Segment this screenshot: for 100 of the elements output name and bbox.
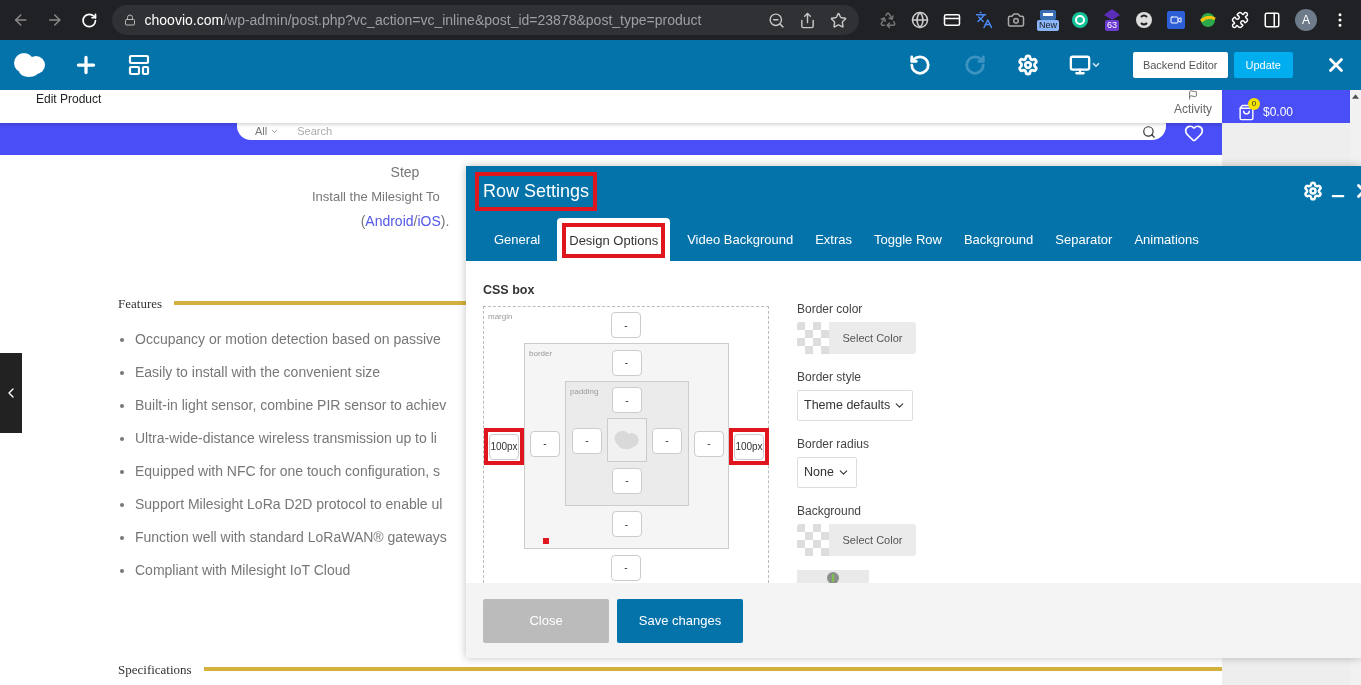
save-button[interactable]: Save changes: [617, 599, 743, 643]
app-link[interactable]: Android: [365, 212, 414, 229]
extension-icon[interactable]: [1039, 9, 1057, 20]
value-field[interactable]: -: [652, 427, 682, 454]
tab[interactable]: Video Background: [676, 218, 805, 261]
video-extension-icon[interactable]: [1167, 11, 1185, 29]
activity-icon[interactable]: [1187, 90, 1199, 100]
transparent-swatch-icon: [797, 524, 829, 556]
share-icon[interactable]: [799, 11, 816, 29]
recycle-icon[interactable]: [879, 11, 897, 29]
profile-avatar[interactable]: A: [1295, 9, 1317, 31]
tab[interactable]: Toggle Row: [863, 218, 953, 261]
wishlist-icon[interactable]: [1184, 123, 1204, 143]
bullet-icon: [120, 370, 124, 375]
tab[interactable]: Background: [952, 218, 1045, 261]
extension-icon[interactable]: [1135, 11, 1153, 29]
value-field[interactable]: -: [611, 312, 641, 339]
camera-icon[interactable]: [1007, 11, 1025, 29]
value-field[interactable]: 100px: [734, 433, 764, 460]
lock-icon: [123, 14, 136, 26]
feature-item: Easily to install with the convenient size: [135, 363, 381, 382]
activity-link[interactable]: Activity: [1174, 100, 1212, 118]
bullet-icon: [120, 568, 124, 573]
field-label: Background: [797, 503, 863, 520]
select-color-button[interactable]: Select Color: [797, 322, 916, 354]
search-placeholder: Search: [297, 124, 333, 140]
bullet-icon: [120, 535, 124, 540]
step-text: Install the Milesight To: [312, 188, 440, 206]
field-label: Border style: [797, 369, 863, 386]
undo-icon[interactable]: [908, 54, 931, 76]
url-text: choovio.com/wp-admin/post.php?vc_action=vc_inline&post_id=23878&post_type=product: [144, 10, 702, 30]
extension-badge: New: [1037, 20, 1059, 31]
value-field[interactable]: -: [694, 430, 724, 457]
value-field[interactable]: -: [611, 349, 642, 376]
caret-icon: [270, 127, 280, 136]
feature-item: Occupancy or motion detection based on passive: [135, 330, 441, 349]
field-label: Border color: [797, 301, 864, 318]
cart-icon[interactable]: [1238, 104, 1255, 121]
value-field[interactable]: -: [611, 511, 642, 538]
section-label: CSS box: [483, 282, 536, 299]
address-bar[interactable]: choovio.com/wp-admin/post.php?vc_action=vc_inline&post_id=23878&post_type=product: [111, 5, 859, 35]
grammar-extension-icon[interactable]: [1071, 11, 1089, 29]
card-icon[interactable]: [943, 11, 961, 29]
settings-icon[interactable]: [1016, 54, 1039, 76]
search-bar[interactable]: All Search: [237, 123, 1166, 140]
extensions-icon[interactable]: [1231, 11, 1249, 29]
tab[interactable]: Extras: [804, 218, 863, 261]
step-title: Step: [389, 163, 421, 182]
feature-item: Ultra-wide-distance wireless transmission up to li: [135, 429, 437, 448]
image-placeholder[interactable]: [797, 570, 869, 583]
value-field[interactable]: -: [611, 554, 641, 581]
logo-icon: [613, 429, 641, 452]
add-image-icon: [826, 571, 840, 583]
tab[interactable]: Animations: [1123, 218, 1210, 261]
cloud-logo-icon: [12, 51, 48, 79]
bullet-icon: [120, 469, 124, 474]
extension-icon[interactable]: [1199, 11, 1217, 29]
side-toggle-button[interactable]: [0, 353, 22, 433]
value-field[interactable]: -: [572, 427, 602, 454]
value-field[interactable]: 100px: [489, 433, 519, 460]
box-label: margin: [487, 310, 513, 323]
value-field[interactable]: -: [612, 467, 642, 494]
select-color-button[interactable]: Select Color: [797, 524, 916, 556]
section-heading: Features: [118, 294, 163, 313]
globe-icon[interactable]: [911, 11, 929, 29]
page-title: Edit Product: [36, 91, 102, 108]
bullet-icon: [120, 436, 124, 441]
box-label: padding: [569, 385, 599, 398]
feature-item: Built-in light sensor, combine PIR sensor to achiev: [135, 396, 447, 415]
box-label: border: [528, 348, 553, 361]
settings-icon[interactable]: [1303, 181, 1323, 201]
device-preview-icon[interactable]: [1068, 54, 1101, 76]
section-heading: Specifications: [118, 660, 192, 679]
bookmark-star-icon[interactable]: [830, 11, 847, 29]
tab[interactable]: General: [483, 218, 552, 261]
bullet-icon: [120, 502, 124, 507]
translate-icon[interactable]: [975, 11, 993, 29]
value-field[interactable]: -: [612, 387, 642, 414]
feature-item: Equipped with NFC for one touch configuration, s: [135, 462, 441, 481]
zoom-out-icon[interactable]: [768, 11, 785, 29]
category-select[interactable]: All: [255, 123, 268, 140]
transparent-swatch-icon: [797, 322, 829, 354]
search-icon[interactable]: [1142, 124, 1156, 139]
reload-icon[interactable]: [81, 11, 98, 29]
select-field[interactable]: None: [797, 457, 857, 488]
tab[interactable]: Separator: [1044, 218, 1124, 261]
value-field[interactable]: -: [530, 430, 560, 457]
cart-count-badge: 0: [1248, 98, 1260, 110]
scroll-up-icon[interactable]: [1352, 94, 1359, 99]
bullet-icon: [120, 337, 124, 342]
bullet-icon: [120, 403, 124, 408]
app-link[interactable]: iOS: [417, 212, 441, 229]
select-field[interactable]: Theme defaults: [797, 390, 914, 421]
backend-editor-button[interactable]: Backend Editor: [1132, 52, 1228, 78]
side-panel-icon[interactable]: [1263, 11, 1281, 29]
tab[interactable]: Design Options: [557, 217, 671, 261]
extension-badge: 63: [1105, 20, 1119, 31]
layout-icon[interactable]: [127, 53, 151, 77]
feature-item: Compliant with Milesight IoT Cloud: [135, 561, 351, 580]
feature-item: Function well with standard LoRaWAN® gateways: [135, 528, 447, 547]
